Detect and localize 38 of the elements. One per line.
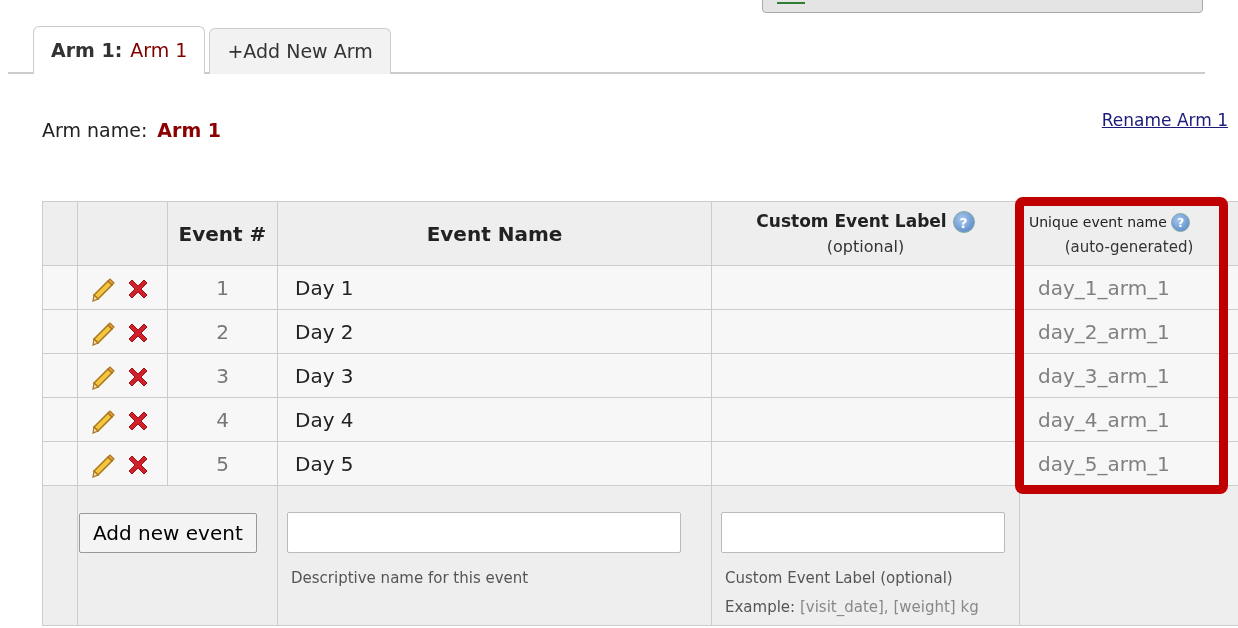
table-cell: 4 bbox=[167, 397, 278, 442]
pencil-icon[interactable] bbox=[90, 364, 116, 390]
table-cell: Day 2 bbox=[277, 309, 712, 354]
column-subheader: (optional) bbox=[825, 236, 906, 259]
event-name-input[interactable] bbox=[287, 512, 681, 553]
table-cell: 2 bbox=[167, 309, 278, 354]
column-subheader: (auto-generated) bbox=[1063, 236, 1195, 258]
delete-icon[interactable] bbox=[126, 409, 150, 433]
pencil-icon[interactable] bbox=[90, 276, 116, 302]
pencil-icon[interactable] bbox=[90, 408, 116, 434]
hint-text: Descriptive name for this event bbox=[290, 568, 530, 589]
table-cell: Day 5 bbox=[277, 441, 712, 486]
arm-name-label: Arm name: bbox=[42, 119, 148, 141]
delete-icon[interactable] bbox=[126, 453, 150, 477]
rename-link[interactable]: Rename Arm 1 bbox=[1101, 108, 1228, 156]
delete-icon[interactable] bbox=[126, 365, 150, 389]
tab[interactable]: +Add New Arm bbox=[209, 28, 391, 74]
delete-icon[interactable] bbox=[126, 277, 150, 301]
custom-label-input[interactable] bbox=[721, 512, 1005, 553]
example-text: [visit_date], [weight] kg bbox=[799, 597, 979, 616]
pencil-icon[interactable] bbox=[90, 452, 116, 478]
hint-text: Custom Event Label (optional) bbox=[724, 568, 954, 589]
add-event-button[interactable]: Add new event bbox=[79, 513, 257, 553]
tab[interactable]: Arm 1: Arm 1 bbox=[33, 26, 206, 74]
table-cell: Day 3 bbox=[277, 353, 712, 398]
table-cell: 5 bbox=[167, 441, 278, 486]
column-header: Custom Event Label bbox=[756, 210, 947, 231]
column-header: Unique event name bbox=[1029, 213, 1167, 230]
table-cell: Day 4 bbox=[277, 397, 712, 442]
column-header: Event Name bbox=[277, 201, 712, 266]
column-header: Event # bbox=[167, 201, 278, 266]
arm-name-value: Arm 1 bbox=[157, 119, 222, 141]
pencil-icon[interactable] bbox=[90, 320, 116, 346]
table-cell: 3 bbox=[167, 353, 278, 398]
delete-icon[interactable] bbox=[126, 321, 150, 345]
example-label: Example: bbox=[725, 597, 796, 616]
table-cell: 1 bbox=[167, 265, 278, 310]
table-cell: Day 1 bbox=[277, 265, 712, 310]
